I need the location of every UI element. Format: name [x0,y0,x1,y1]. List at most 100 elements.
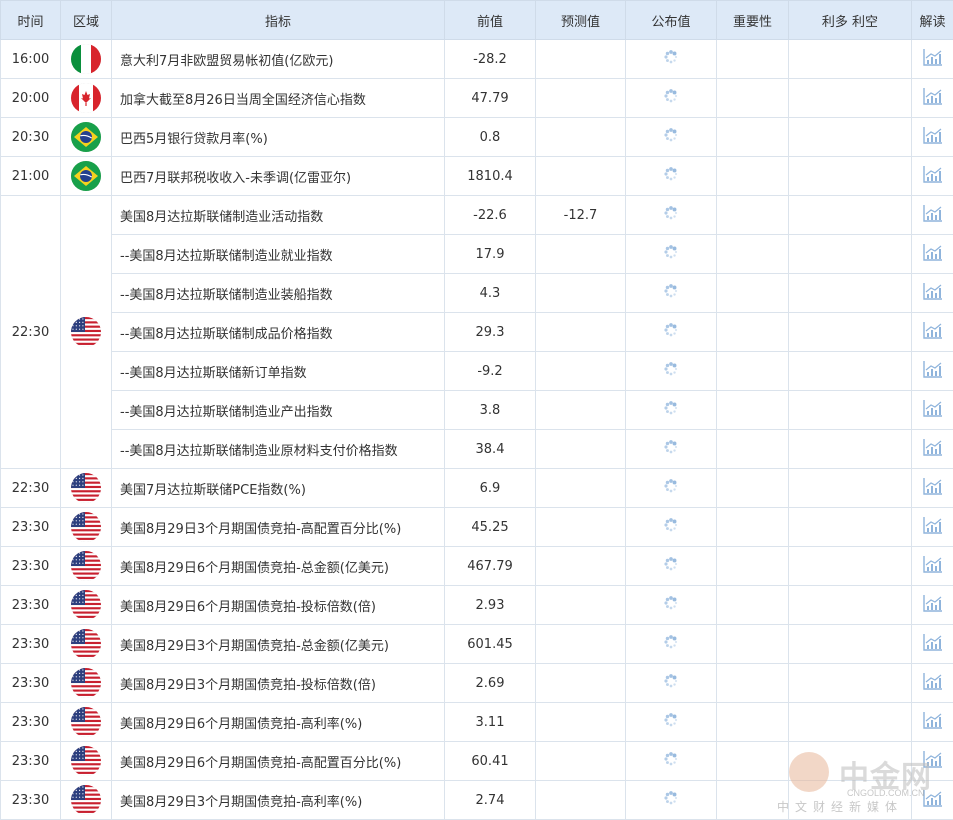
time-cell: 22:30 [1,469,61,508]
chart-icon[interactable] [923,87,943,109]
interpret-cell[interactable] [912,547,953,586]
indicator-cell[interactable]: 美国8月29日6个月期国债竞拍-投标倍数(倍) [112,586,445,625]
chart-icon[interactable] [923,633,943,655]
forecast-value [536,274,626,313]
indicator-cell[interactable]: 美国8月29日6个月期国债竞拍-总金额(亿美元) [112,547,445,586]
indicator-cell[interactable]: 美国8月29日3个月期国债竞拍-高配置百分比(%) [112,508,445,547]
interpret-cell[interactable] [912,196,953,235]
indicator-cell[interactable]: 美国8月29日6个月期国债竞拍-高利率(%) [112,703,445,742]
calendar-table: 时间 区域 指标 前值 预测值 公布值 重要性 利多 利空 解读 16:00 意大… [0,0,953,820]
indicator-cell[interactable]: 美国8月29日3个月期国债竞拍-总金额(亿美元) [112,625,445,664]
chart-icon[interactable] [923,204,943,226]
indicator-cell[interactable]: --美国8月达拉斯联储制造业原材料支付价格指数 [112,430,445,469]
indicator-cell[interactable]: 加拿大截至8月26日当周全国经济信心指数 [112,79,445,118]
chart-icon[interactable] [923,243,943,265]
indicator-cell[interactable]: 意大利7月非欧盟贸易帐初值(亿欧元) [112,40,445,79]
interpret-cell[interactable] [912,742,953,781]
interpret-cell[interactable] [912,781,953,820]
impact-cell [789,118,912,157]
forecast-value [536,391,626,430]
actual-value [626,586,717,625]
chart-icon[interactable] [923,438,943,460]
interpret-cell[interactable] [912,40,953,79]
interpret-cell[interactable] [912,469,953,508]
indicator-cell[interactable]: --美国8月达拉斯联储制成品价格指数 [112,313,445,352]
header-interpret: 解读 [912,1,953,40]
chart-icon[interactable] [923,360,943,382]
chart-icon[interactable] [923,516,943,538]
time-cell: 16:00 [1,40,61,79]
chart-icon[interactable] [923,126,943,148]
time-cell: 23:30 [1,625,61,664]
interpret-cell[interactable] [912,625,953,664]
chart-icon[interactable] [923,594,943,616]
chart-icon[interactable] [923,789,943,811]
impact-cell [789,79,912,118]
time-cell: 23:30 [1,586,61,625]
chart-icon[interactable] [923,321,943,343]
chart-icon[interactable] [923,48,943,70]
region-cell [61,781,112,820]
actual-value [626,742,717,781]
brazil-flag-icon [71,122,101,152]
actual-value [626,703,717,742]
indicator-cell[interactable]: 美国8月达拉斯联储制造业活动指数 [112,196,445,235]
previous-value: -22.6 [445,196,536,235]
interpret-cell[interactable] [912,430,953,469]
forecast-value [536,430,626,469]
forecast-value [536,157,626,196]
interpret-cell[interactable] [912,274,953,313]
chart-icon[interactable] [923,165,943,187]
usa-flag-icon [71,590,101,620]
indicator-cell[interactable]: 美国8月29日3个月期国债竞拍-高利率(%) [112,781,445,820]
header-row: 时间 区域 指标 前值 预测值 公布值 重要性 利多 利空 解读 [1,1,953,40]
interpret-cell[interactable] [912,118,953,157]
indicator-cell[interactable]: --美国8月达拉斯联储制造业装船指数 [112,274,445,313]
chart-icon[interactable] [923,711,943,733]
indicator-cell[interactable]: 美国8月29日6个月期国债竞拍-高配置百分比(%) [112,742,445,781]
indicator-cell[interactable]: --美国8月达拉斯联储制造业产出指数 [112,391,445,430]
importance-cell [717,79,789,118]
actual-value [626,157,717,196]
interpret-cell[interactable] [912,703,953,742]
interpret-cell[interactable] [912,157,953,196]
impact-cell [789,274,912,313]
table-row: 21:00巴西7月联邦税收收入-未季调(亿雷亚尔)1810.4 [1,157,953,196]
forecast-value [536,547,626,586]
interpret-cell[interactable] [912,586,953,625]
region-cell [61,703,112,742]
loading-spinner-icon [664,635,678,653]
usa-flag-icon [71,317,101,347]
chart-icon[interactable] [923,477,943,499]
forecast-value [536,781,626,820]
previous-value: 29.3 [445,313,536,352]
region-cell [61,625,112,664]
region-cell [61,469,112,508]
loading-spinner-icon [664,206,678,224]
chart-icon[interactable] [923,672,943,694]
indicator-cell[interactable]: 美国8月29日3个月期国债竞拍-投标倍数(倍) [112,664,445,703]
interpret-cell[interactable] [912,508,953,547]
importance-cell [717,781,789,820]
loading-spinner-icon [664,167,678,185]
interpret-cell[interactable] [912,313,953,352]
interpret-cell[interactable] [912,79,953,118]
interpret-cell[interactable] [912,391,953,430]
indicator-cell[interactable]: 巴西7月联邦税收收入-未季调(亿雷亚尔) [112,157,445,196]
previous-value: 2.93 [445,586,536,625]
indicator-cell[interactable]: 巴西5月银行贷款月率(%) [112,118,445,157]
chart-icon[interactable] [923,282,943,304]
previous-value: 467.79 [445,547,536,586]
chart-icon[interactable] [923,555,943,577]
interpret-cell[interactable] [912,352,953,391]
importance-cell [717,469,789,508]
indicator-cell[interactable]: --美国8月达拉斯联储制造业就业指数 [112,235,445,274]
indicator-cell[interactable]: 美国7月达拉斯联储PCE指数(%) [112,469,445,508]
impact-cell [789,235,912,274]
interpret-cell[interactable] [912,664,953,703]
table-row: 23:30 美国8月29日6个月期国债竞拍-投标倍数(倍)2.93 [1,586,953,625]
indicator-cell[interactable]: --美国8月达拉斯联储新订单指数 [112,352,445,391]
chart-icon[interactable] [923,399,943,421]
interpret-cell[interactable] [912,235,953,274]
chart-icon[interactable] [923,750,943,772]
